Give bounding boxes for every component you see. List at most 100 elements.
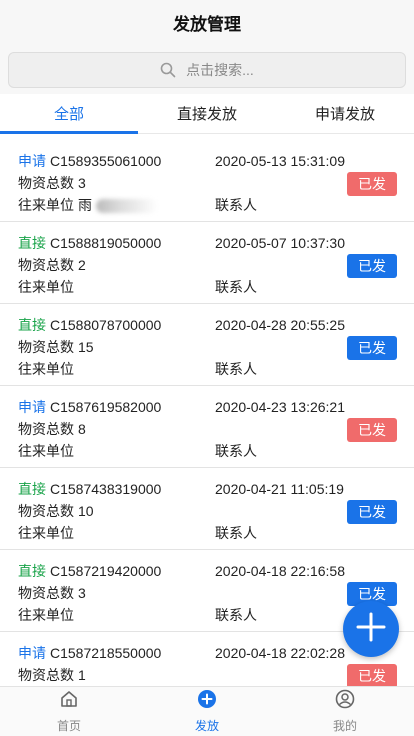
tab-direct-issue[interactable]: 直接发放 [138, 94, 276, 133]
item-row-unit: 往来单位 联系人 [18, 440, 396, 462]
list-item[interactable]: 直接 C1587438319000 2020-04-21 11:05:19 物资总数 1… [0, 468, 414, 550]
item-total-label: 物资总数 [18, 175, 74, 191]
item-type-tag: 直接 [18, 317, 46, 333]
item-row-total: 物资总数 3 [18, 582, 396, 604]
item-type-tag: 直接 [18, 563, 46, 579]
item-type-tag: 申请 [18, 645, 46, 661]
item-id: 直接 C1587438319000 [18, 479, 215, 499]
add-circle-icon [197, 689, 217, 714]
tabbar-label-issue: 发放 [194, 719, 219, 733]
user-icon [335, 689, 355, 714]
item-type-tag: 申请 [18, 153, 46, 169]
add-button[interactable] [343, 601, 399, 657]
item-row-header: 直接 C1588078700000 2020-04-28 20:55:25 [18, 314, 396, 336]
issued-status-button[interactable]: 已发 [347, 172, 397, 196]
item-row-header: 直接 C1587219420000 2020-04-18 22:16:58 [18, 560, 396, 582]
redacted-text [96, 199, 158, 214]
tabbar-label-mine: 我的 [332, 719, 357, 733]
header: 发放管理 [0, 0, 414, 44]
list-item[interactable]: 申请 C1589355061000 2020-05-13 15:31:09 物资总数 3… [0, 140, 414, 222]
item-datetime: 2020-05-13 15:31:09 [215, 153, 345, 169]
item-unit: 往来单位 [18, 441, 215, 461]
item-row-total: 物资总数 2 [18, 254, 396, 276]
item-total-value: 2 [78, 257, 86, 273]
item-row-total: 物资总数 8 [18, 418, 396, 440]
item-unit: 往来单位 [18, 359, 215, 379]
tabbar-item-issue[interactable]: 发放 [138, 687, 276, 736]
tab-all[interactable]: 全部 [0, 94, 138, 134]
issued-status-button[interactable]: 已发 [347, 664, 397, 686]
tabbar-label-home: 首页 [56, 719, 81, 733]
item-total-value: 15 [78, 339, 94, 355]
item-code: C1587438319000 [50, 481, 162, 497]
search-placeholder: 点击搜索... [186, 62, 254, 78]
issued-status-button[interactable]: 已发 [347, 500, 397, 524]
item-total-label: 物资总数 [18, 257, 74, 273]
item-unit: 往来单位 [18, 605, 215, 625]
item-total-value: 3 [78, 175, 86, 191]
item-type-tag: 直接 [18, 235, 46, 251]
item-datetime: 2020-04-23 13:26:21 [215, 399, 345, 415]
item-contact-label: 联系人 [215, 607, 257, 623]
tab-apply-issue[interactable]: 申请发放 [276, 94, 414, 133]
item-row-header: 申请 C1587218550000 2020-04-18 22:02:28 [18, 642, 396, 664]
item-contact-label: 联系人 [215, 443, 257, 459]
item-unit: 往来单位 [18, 523, 215, 543]
tabbar-item-mine[interactable]: 我的 [276, 687, 414, 736]
item-row-header: 直接 C1587438319000 2020-04-21 11:05:19 [18, 478, 396, 500]
tabbar-item-home[interactable]: 首页 [0, 687, 138, 736]
issued-status-button[interactable]: 已发 [347, 418, 397, 442]
list-item[interactable]: 直接 C1588819050000 2020-05-07 10:37:30 物资总数 2… [0, 222, 414, 304]
issued-status-button[interactable]: 已发 [347, 336, 397, 360]
item-code: C1588819050000 [50, 235, 162, 251]
item-row-unit: 往来单位 联系人 [18, 276, 396, 298]
item-id: 直接 C1587219420000 [18, 561, 215, 581]
item-row-total: 物资总数 1 [18, 664, 396, 686]
issued-status-button[interactable]: 已发 [347, 254, 397, 278]
item-type-tag: 直接 [18, 481, 46, 497]
item-total-label: 物资总数 [18, 421, 74, 437]
list-item[interactable]: 申请 C1587619582000 2020-04-23 13:26:21 物资总数 8… [0, 386, 414, 468]
item-datetime: 2020-04-28 20:55:25 [215, 317, 345, 333]
bottom-tabbar: 首页 发放 我的 [0, 686, 414, 736]
list-item[interactable]: 直接 C1588078700000 2020-04-28 20:55:25 物资总数 1… [0, 304, 414, 386]
plus-icon [355, 611, 387, 648]
item-unit-label: 往来单位 [18, 197, 74, 213]
item-row-unit: 往来单位 联系人 [18, 522, 396, 544]
item-contact-label: 联系人 [215, 525, 257, 541]
item-unit-label: 往来单位 [18, 361, 74, 377]
search-bar: 点击搜索... [0, 44, 414, 94]
item-code: C1588078700000 [50, 317, 162, 333]
item-total-value: 8 [78, 421, 86, 437]
item-type-tag: 申请 [18, 399, 46, 415]
item-row-unit: 往来单位雨联系人 [18, 194, 396, 216]
item-unit: 往来单位雨 [18, 195, 215, 215]
item-row-unit: 往来单位 联系人 [18, 358, 396, 380]
item-id: 直接 C1588078700000 [18, 315, 215, 335]
item-row-total: 物资总数 15 [18, 336, 396, 358]
item-datetime: 2020-04-21 11:05:19 [215, 481, 344, 497]
page-title: 发放管理 [173, 14, 241, 34]
record-list: 申请 C1589355061000 2020-05-13 15:31:09 物资总数 3… [0, 140, 414, 686]
item-id: 申请 C1587218550000 [18, 643, 215, 663]
item-total-label: 物资总数 [18, 667, 74, 683]
item-datetime: 2020-05-07 10:37:30 [215, 235, 345, 251]
item-id: 申请 C1587619582000 [18, 397, 215, 417]
item-code: C1587219420000 [50, 563, 162, 579]
item-unit-label: 往来单位 [18, 443, 74, 459]
item-total-label: 物资总数 [18, 339, 74, 355]
search-input[interactable]: 点击搜索... [8, 52, 406, 88]
item-row-header: 申请 C1589355061000 2020-05-13 15:31:09 [18, 150, 396, 172]
item-row-unit: 往来单位 联系人 [18, 604, 396, 626]
item-row-total: 物资总数 3 [18, 172, 396, 194]
filter-tabs: 全部 直接发放 申请发放 [0, 94, 414, 134]
item-row-header: 申请 C1587619582000 2020-04-23 13:26:21 [18, 396, 396, 418]
item-code: C1587619582000 [50, 399, 162, 415]
home-icon [59, 689, 79, 714]
item-id: 申请 C1589355061000 [18, 151, 215, 171]
item-contact-label: 联系人 [215, 279, 257, 295]
item-contact-label: 联系人 [215, 361, 257, 377]
item-datetime: 2020-04-18 22:02:28 [215, 645, 345, 661]
search-icon [160, 62, 176, 78]
item-code: C1589355061000 [50, 153, 162, 169]
